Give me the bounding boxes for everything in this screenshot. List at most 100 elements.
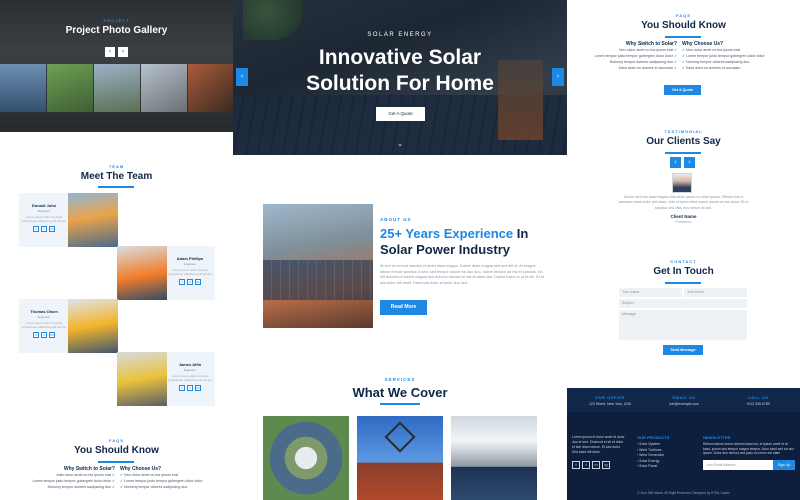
about-image-panel: [263, 260, 373, 300]
hero-next-button[interactable]: ›: [552, 68, 564, 86]
check-icon: ✓: [120, 485, 124, 489]
get-quote-button[interactable]: Get A Quote: [664, 85, 701, 95]
about-eyebrow: ABOUT US: [380, 217, 412, 222]
team-card-1: Donald John Engineer Lorem ipsum dolor s…: [19, 193, 118, 247]
facebook-icon[interactable]: f: [41, 226, 47, 232]
twitter-icon[interactable]: t: [179, 279, 185, 285]
faq-item: Lorem tempor justo tempor gubergren dolo…: [124, 479, 203, 483]
footer-call: CALL US +012 345 6789: [723, 395, 793, 406]
footer-socials: t f in ig: [572, 461, 610, 469]
team-member-role: Engineer: [183, 262, 196, 266]
linkedin-icon[interactable]: in: [592, 461, 600, 469]
chevron-right-icon: ›: [637, 458, 639, 463]
faq-col-choose: Why Choose Us? ✓ Vero dolor amet no lea …: [120, 466, 220, 490]
newsletter-text: Rebum labore lorem dolores kasd est, et …: [703, 442, 795, 456]
newsletter-signup-button[interactable]: Sign Up: [773, 460, 795, 470]
linkedin-icon[interactable]: in: [195, 279, 201, 285]
faq-item: Vero dolor amet no lea ipsum erat: [686, 48, 740, 52]
service-image-solar-farm[interactable]: [263, 416, 349, 500]
linkedin-icon[interactable]: in: [49, 226, 55, 232]
gallery-image-solar-roof[interactable]: [0, 64, 46, 112]
team-member-desc: Lorem ipsum dolor sit amet consectetur a…: [21, 321, 67, 329]
testimonial-next-button[interactable]: ›: [684, 157, 695, 168]
faq-title: You Should Know: [74, 445, 159, 456]
services-title-underline: [380, 403, 420, 405]
facebook-icon[interactable]: f: [41, 332, 47, 338]
client-avatar: [672, 173, 692, 193]
twitter-icon[interactable]: t: [33, 226, 39, 232]
product-link[interactable]: Wind Generator: [639, 453, 664, 457]
faq-title-underline: [665, 36, 701, 38]
gallery-next-button[interactable]: ›: [118, 47, 128, 57]
check-icon: ✓: [111, 479, 115, 483]
check-icon: ✓: [120, 479, 124, 483]
faq-col-choose: Why Choose Us? ✓ Vero dolor amet no lea …: [682, 41, 787, 71]
testimonial-prev-button[interactable]: ‹: [670, 157, 681, 168]
team-member-desc: Lorem ipsum dolor sit amet consectetur a…: [21, 215, 67, 223]
check-icon: ✓: [682, 54, 686, 58]
team-eyebrow: TEAM: [108, 164, 125, 169]
hero-prev-button[interactable]: ‹: [236, 68, 248, 86]
footer-products: OUR PRODUCTS › Solar System › Wind Turbi…: [637, 435, 697, 470]
check-icon: ✓: [673, 54, 677, 58]
product-link[interactable]: Solar Energy: [639, 459, 659, 463]
email-title: EMAIL US: [672, 395, 696, 400]
footer-about-text: Lorem ipsum et dolor amet et dolor duo e…: [572, 435, 625, 454]
gallery-image-house[interactable]: [94, 64, 140, 112]
linkedin-icon[interactable]: in: [49, 332, 55, 338]
linkedin-icon[interactable]: in: [195, 385, 201, 391]
facebook-icon[interactable]: f: [187, 385, 193, 391]
center-panel: SOLAR ENERGY Innovative Solar Solution F…: [233, 0, 567, 500]
check-icon: ✓: [682, 66, 686, 70]
template-preview-stage: PROJECT Project Photo Gallery ‹ › TEAM M…: [0, 0, 800, 500]
product-link[interactable]: Solar System: [639, 442, 660, 446]
faq-item: Kasd dolor no dolores et accusam: [618, 66, 673, 70]
facebook-icon[interactable]: f: [187, 279, 193, 285]
email-value: info@example.com: [668, 402, 699, 406]
read-more-button[interactable]: Read More: [380, 300, 427, 315]
send-message-button[interactable]: Send Message: [663, 345, 703, 355]
contact-eyebrow: CONTACT: [670, 259, 697, 264]
hero-title-line1: Innovative Solar: [318, 46, 482, 69]
team-card-3: Thomas Olsen Engineer Lorem ipsum dolor …: [19, 299, 118, 353]
get-quote-button[interactable]: Get A Quote: [376, 107, 425, 121]
check-icon: ✓: [111, 485, 115, 489]
product-link[interactable]: Wind Turbines: [639, 448, 661, 452]
instagram-icon[interactable]: ig: [602, 461, 610, 469]
team-socials: t f in: [165, 279, 215, 285]
twitter-icon[interactable]: t: [179, 385, 185, 391]
gallery-image-solar-home[interactable]: [141, 64, 187, 112]
faq-item: Kasd dolor no dolores et accusam: [686, 66, 741, 70]
team-member-photo: [117, 246, 167, 300]
product-link[interactable]: Solar Panel: [639, 464, 657, 468]
gallery-image-installer[interactable]: [188, 64, 233, 112]
check-icon: ✓: [673, 48, 677, 52]
team-member-name: Donald John: [31, 203, 57, 208]
services-title: What We Cover: [352, 385, 448, 400]
email-field[interactable]: Your Email: [684, 288, 747, 297]
testimonial-title-underline: [665, 152, 701, 154]
gallery-eyebrow: PROJECT: [103, 18, 130, 23]
team-member-name: James Alfin: [178, 362, 202, 367]
message-field[interactable]: Message: [619, 310, 747, 340]
testimonial-title: Our Clients Say: [646, 136, 721, 147]
team-title: Meet The Team: [80, 171, 153, 182]
faq-item: Justo dolor amet no lea ipsum erat: [55, 473, 111, 477]
gallery-prev-button[interactable]: ‹: [105, 47, 115, 57]
gallery-image-solar-field[interactable]: [47, 64, 93, 112]
newsletter-title: NEWSLETTER: [703, 435, 731, 440]
gallery-title: Project Photo Gallery: [65, 25, 168, 36]
chevron-right-icon: ›: [637, 442, 639, 446]
about-title: 25+ Years Experience In Solar Power Indu…: [380, 226, 560, 258]
twitter-icon[interactable]: t: [33, 332, 39, 338]
copyright-text: © Your Site Name, All Right Reserved. De…: [637, 491, 730, 495]
name-field[interactable]: Your Name: [619, 288, 682, 297]
newsletter-email-input[interactable]: Your Email Address: [703, 460, 773, 470]
scroll-down-icon[interactable]: ⌄: [395, 140, 405, 148]
testimonial-eyebrow: TESTIMONIAL: [664, 129, 703, 134]
subject-field[interactable]: Subject: [619, 299, 747, 308]
twitter-icon[interactable]: t: [572, 461, 580, 469]
facebook-icon[interactable]: f: [582, 461, 590, 469]
contact-title-underline: [665, 282, 701, 284]
service-image-power-plant[interactable]: [451, 416, 537, 500]
